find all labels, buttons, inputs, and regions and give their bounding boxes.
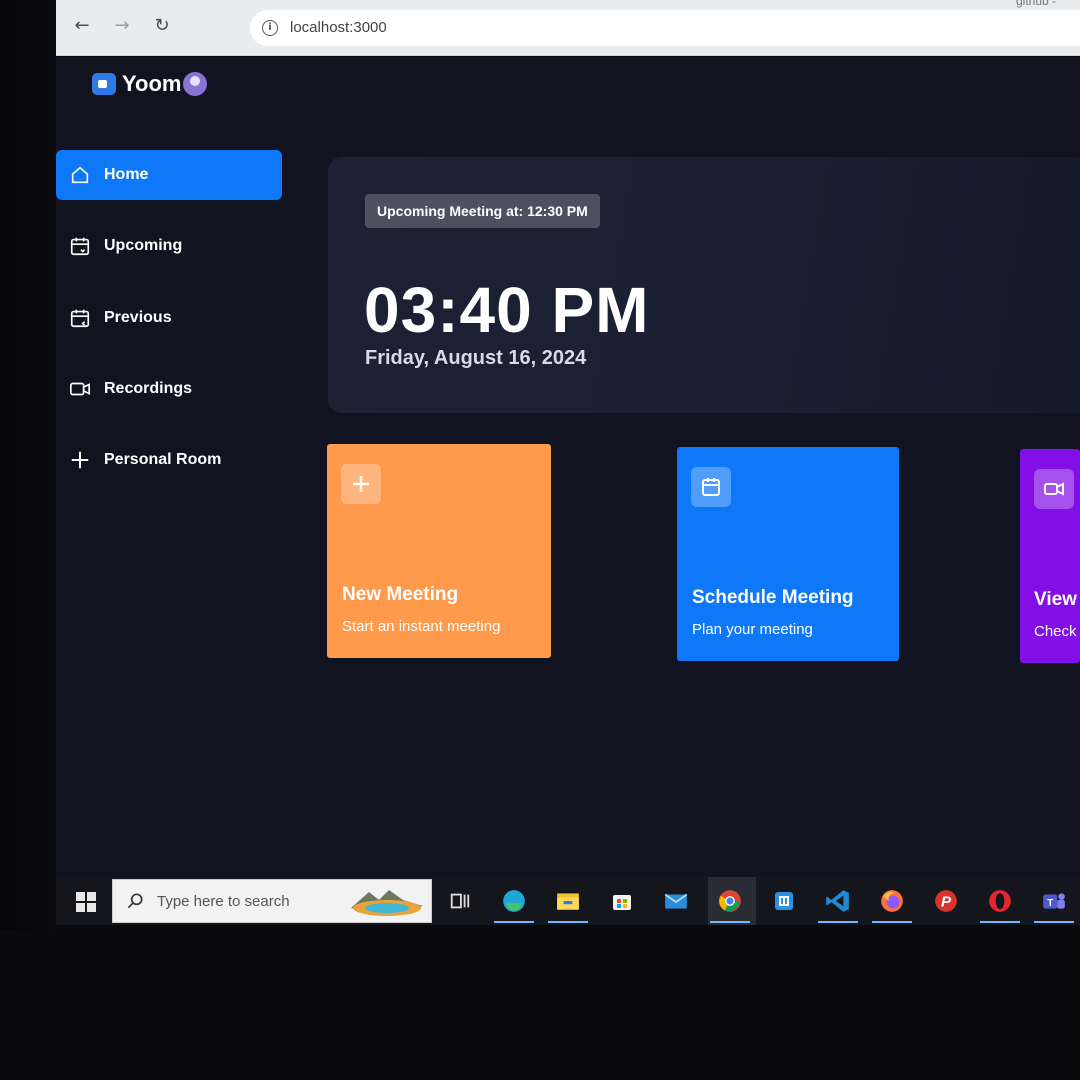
file-explorer-icon[interactable] [548, 885, 588, 923]
sidebar-item-label: Previous [104, 309, 172, 326]
sidebar-item-recordings[interactable]: Recordings [56, 364, 282, 414]
hero-banner: Upcoming Meeting at: 12:30 PM 03:40 PM F… [328, 157, 1080, 413]
info-icon[interactable]: i [262, 20, 278, 36]
card-title: Schedule Meeting [692, 587, 854, 608]
search-highlight-art-icon [351, 890, 423, 916]
svg-text:P: P [941, 893, 952, 910]
upcoming-meeting-badge: Upcoming Meeting at: 12:30 PM [365, 194, 600, 228]
sidebar-item-label: Personal Room [104, 451, 222, 468]
search-icon [127, 893, 143, 909]
app-window: Yoom Home Upcoming Previous Recordings P… [56, 57, 1080, 877]
current-time: 03:40 PM [364, 274, 650, 346]
svg-text:T: T [1047, 898, 1053, 909]
sidebar-item-home[interactable]: Home [56, 150, 282, 200]
sidebar-item-previous[interactable]: Previous [56, 293, 282, 343]
monitor-bezel-left [0, 0, 56, 1080]
monitor-bezel-bottom [0, 930, 1080, 1080]
postman-icon[interactable]: P [930, 885, 962, 917]
vscode-icon[interactable] [818, 885, 858, 923]
opera-icon[interactable] [980, 885, 1020, 923]
video-icon [1034, 469, 1074, 509]
reload-icon[interactable]: ↻ [150, 14, 174, 38]
sidebar-item-personal-room[interactable]: Personal Room [56, 435, 282, 485]
card-subtitle: Plan your meeting [692, 621, 813, 638]
app-name: Yoom [122, 71, 182, 96]
task-view-icon[interactable] [444, 885, 476, 917]
sidebar-item-upcoming[interactable]: Upcoming [56, 221, 282, 271]
sidebar-item-label: Upcoming [104, 237, 183, 254]
current-date: Friday, August 16, 2024 [365, 347, 587, 369]
sidebar-item-label: Recordings [104, 380, 193, 397]
video-icon [68, 377, 92, 401]
plus-icon [68, 448, 92, 472]
calendar-back-icon [68, 306, 92, 330]
new-meeting-card[interactable]: New Meeting Start an instant meeting [327, 444, 551, 658]
address-bar[interactable]: i localhost:3000 [250, 10, 1080, 46]
store-icon[interactable] [606, 885, 638, 917]
schedule-meeting-card[interactable]: Schedule Meeting Plan your meeting [677, 447, 899, 661]
sidebar-item-label: Home [104, 166, 149, 183]
browser-toolbar: github - UNDO ← → ↻ i localhost:3000 [56, 0, 1080, 56]
chrome-icon[interactable] [708, 877, 756, 925]
app-logo[interactable]: Yoom [92, 71, 208, 97]
app-icon[interactable] [768, 885, 800, 917]
calendar-forward-icon [68, 234, 92, 258]
windows-taskbar: Type here to search P T [56, 877, 1080, 925]
firefox-icon[interactable] [872, 885, 912, 923]
edge-icon[interactable] [494, 885, 534, 923]
teams-icon[interactable]: T [1034, 885, 1074, 923]
search-placeholder: Type here to search [157, 893, 290, 910]
card-subtitle: Check [1034, 623, 1077, 640]
taskbar-search-input[interactable]: Type here to search [112, 879, 432, 923]
forward-arrow-icon[interactable]: → [110, 14, 134, 38]
back-arrow-icon[interactable]: ← [70, 14, 94, 38]
url-text[interactable]: localhost:3000 [290, 19, 387, 36]
card-title: View [1034, 589, 1077, 610]
user-avatar-icon[interactable] [183, 72, 208, 96]
camera-logo-icon [92, 73, 116, 95]
view-recordings-card[interactable]: View Check [1020, 449, 1080, 663]
plus-icon [341, 464, 381, 504]
windows-start-icon[interactable] [76, 892, 96, 912]
mail-icon[interactable] [660, 885, 692, 917]
card-subtitle: Start an instant meeting [342, 618, 501, 635]
card-title: New Meeting [342, 584, 459, 605]
calendar-icon [691, 467, 731, 507]
home-icon [68, 163, 92, 187]
